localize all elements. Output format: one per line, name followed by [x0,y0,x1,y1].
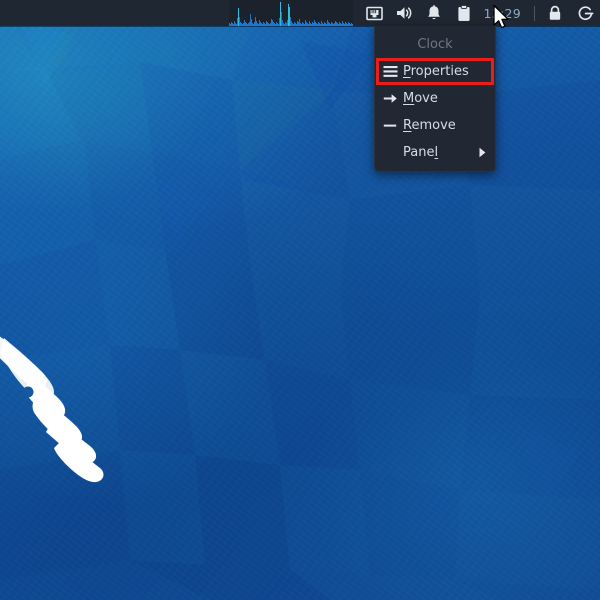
minus-dash-icon [379,119,401,132]
volume-speaker-icon[interactable] [389,0,419,26]
notification-bell-icon[interactable] [419,0,449,26]
minus-dash-glyph [383,124,396,127]
menu-item-panel[interactable]: Panel [375,139,495,166]
lock-glyph [549,5,561,20]
hamburger-lines-icon [379,65,401,78]
logout-power-icon[interactable] [570,0,600,26]
hamburger-lines-glyph [383,66,397,77]
menu-item-move-label: Move [403,91,438,106]
panel-clock[interactable]: 13:29 [479,6,529,21]
desktop-screen: 13:29 Clock Properties Move Remove Panel [0,0,600,600]
clipboard-glyph [458,4,471,21]
menu-item-remove-label: Remove [403,118,456,133]
network-ethernet-icon[interactable] [359,0,389,26]
menu-item-properties[interactable]: Properties [375,58,495,85]
wallpaper-facet-texture [0,0,600,600]
chevron-right-glyph [479,147,486,158]
context-menu-header-label: Clock [417,36,453,52]
lock-screen-icon[interactable] [540,0,570,26]
arrow-right-icon [379,92,401,105]
system-load-graph[interactable] [229,0,354,26]
top-panel[interactable]: 13:29 [0,0,600,26]
menu-item-move[interactable]: Move [375,85,495,112]
menu-item-properties-label: Properties [403,64,469,79]
notification-bell-glyph [428,4,441,19]
system-load-graph-svg [229,0,354,26]
context-menu-header: Clock [375,30,495,58]
desktop-wallpaper[interactable] [0,0,600,600]
clock-context-menu[interactable]: Clock Properties Move Remove Panel [374,26,496,172]
network-ethernet-glyph [366,6,383,20]
panel-separator [534,5,535,21]
menu-item-panel-label: Panel [403,145,439,160]
chevron-right-icon [478,147,487,158]
arrow-right-glyph [383,94,397,103]
clipboard-icon[interactable] [449,0,479,26]
logout-power-glyph [578,5,593,20]
menu-item-remove[interactable]: Remove [375,112,495,139]
volume-speaker-glyph [397,7,412,19]
